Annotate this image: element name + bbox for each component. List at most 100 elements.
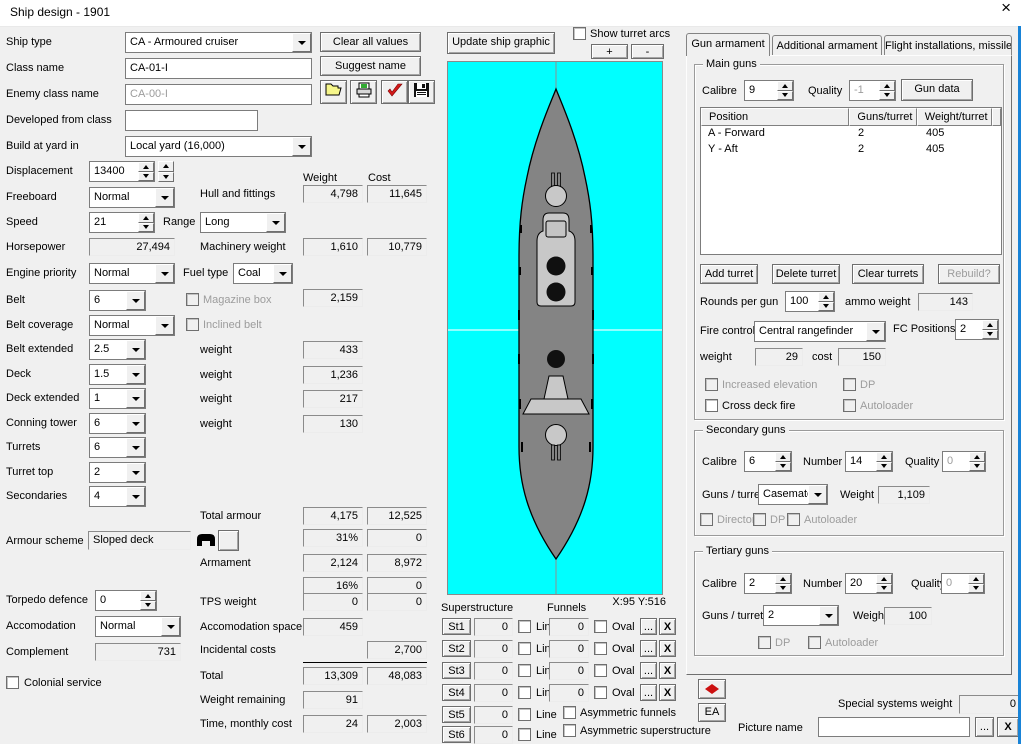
picture-clear-button[interactable]: X (997, 717, 1019, 737)
add-turret-button[interactable]: Add turret (700, 264, 758, 284)
chevron-down-icon[interactable] (126, 389, 145, 408)
update-ship-graphic-button[interactable]: Update ship graphic (447, 32, 555, 54)
funnel-3-delete-button[interactable]: X (659, 662, 676, 679)
ship-type-dropdown[interactable]: CA - Armoured cruiser (125, 32, 312, 53)
ea-button[interactable]: EA (698, 703, 726, 722)
chevron-down-icon[interactable] (155, 264, 174, 283)
superstructure-st2-line-checkbox[interactable] (518, 642, 531, 655)
funnel-1-delete-button[interactable]: X (659, 618, 676, 635)
ship-graphic-canvas[interactable] (447, 61, 663, 595)
displacement-spinner[interactable]: 13400 (89, 161, 155, 182)
main-quality-spinner[interactable]: -1 (849, 80, 896, 101)
class-name-input[interactable]: CA-01-I (125, 58, 312, 79)
chevron-down-icon[interactable] (292, 137, 311, 156)
spinner-arrows-icon[interactable] (140, 591, 156, 610)
turret-top-dropdown[interactable]: 2 (89, 462, 146, 483)
chevron-down-icon[interactable] (126, 340, 145, 359)
spinner-arrows-icon[interactable] (775, 452, 791, 471)
belt-dropdown[interactable]: 6 (89, 290, 146, 311)
accomodation-dropdown[interactable]: Normal (95, 616, 181, 637)
picture-browse-button[interactable]: ... (975, 717, 994, 737)
swap-view-button[interactable] (698, 679, 726, 699)
table-row[interactable]: Y - Aft 2 405 (701, 142, 1001, 158)
funnel-3-browse-button[interactable]: ... (640, 662, 657, 679)
funnel-2-browse-button[interactable]: ... (640, 640, 657, 657)
superstructure-st5-button[interactable]: St5 (442, 706, 471, 723)
print-button[interactable] (350, 80, 377, 104)
main-calibre-spinner[interactable]: 9 (744, 80, 794, 101)
colonial-service-checkbox[interactable] (6, 676, 19, 689)
superstructure-st1-line-checkbox[interactable] (518, 620, 531, 633)
spinner-arrows-icon[interactable] (775, 574, 791, 593)
fc-positions-spinner[interactable]: 2 (955, 319, 999, 340)
show-turret-arcs-checkbox[interactable] (573, 27, 586, 40)
close-icon[interactable]: × (1001, 0, 1011, 16)
spinner-arrows-icon[interactable] (968, 574, 984, 593)
belt-extended-dropdown[interactable]: 2.5 (89, 339, 146, 360)
zoom-out-button[interactable]: - (631, 44, 664, 59)
freeboard-dropdown[interactable]: Normal (89, 187, 175, 208)
spinner-arrows-icon[interactable] (982, 320, 998, 339)
superstructure-st4-button[interactable]: St4 (442, 684, 471, 701)
spinner-arrows-icon[interactable] (818, 292, 834, 311)
superstructure-st2-button[interactable]: St2 (442, 640, 471, 657)
chevron-down-icon[interactable] (126, 438, 145, 457)
funnel-2-delete-button[interactable]: X (659, 640, 676, 657)
secondary-calibre-spinner[interactable]: 6 (744, 451, 792, 472)
tab-flight-installations[interactable]: Flight installations, missiles (884, 35, 1012, 55)
deck-dropdown[interactable]: 1.5 (89, 364, 146, 385)
displacement-fine-spinner[interactable] (158, 161, 174, 182)
funnel-4-oval-checkbox[interactable] (594, 686, 607, 699)
asymmetric-funnels-checkbox[interactable] (563, 706, 576, 719)
funnel-4-delete-button[interactable]: X (659, 684, 676, 701)
chevron-down-icon[interactable] (126, 291, 145, 310)
tertiary-quality-spinner[interactable]: 0 (941, 573, 985, 594)
save-button[interactable] (408, 80, 435, 104)
tertiary-guns-per-turret-dropdown[interactable]: 2 (763, 605, 839, 626)
chevron-down-icon[interactable] (126, 487, 145, 506)
range-dropdown[interactable]: Long (200, 212, 286, 233)
superstructure-st6-button[interactable]: St6 (442, 726, 471, 743)
suggest-name-button[interactable]: Suggest name (320, 56, 421, 76)
superstructure-st4-line-checkbox[interactable] (518, 686, 531, 699)
table-row[interactable]: A - Forward 2 405 (701, 126, 1001, 142)
spinner-arrows-icon[interactable] (876, 452, 892, 471)
conning-tower-dropdown[interactable]: 6 (89, 413, 146, 434)
chevron-down-icon[interactable] (266, 213, 285, 232)
chevron-down-icon[interactable] (155, 188, 174, 207)
chevron-down-icon[interactable] (126, 414, 145, 433)
chevron-down-icon[interactable] (292, 33, 311, 52)
chevron-down-icon[interactable] (155, 316, 174, 335)
developed-from-input[interactable] (125, 110, 258, 131)
tertiary-number-spinner[interactable]: 20 (845, 573, 893, 594)
chevron-down-icon[interactable] (808, 485, 827, 504)
chevron-down-icon[interactable] (866, 322, 885, 341)
verify-design-button[interactable] (381, 80, 408, 104)
funnel-4-browse-button[interactable]: ... (640, 684, 657, 701)
asymmetric-superstructure-checkbox[interactable] (563, 724, 576, 737)
spinner-arrows-icon[interactable] (876, 574, 892, 593)
tab-additional-armament[interactable]: Additional armament (772, 35, 882, 55)
chevron-down-icon[interactable] (126, 365, 145, 384)
turrets-dropdown[interactable]: 6 (89, 437, 146, 458)
zoom-in-button[interactable]: + (591, 44, 628, 59)
superstructure-st6-line-checkbox[interactable] (518, 728, 531, 741)
funnel-2-oval-checkbox[interactable] (594, 642, 607, 655)
tertiary-calibre-spinner[interactable]: 2 (744, 573, 792, 594)
spinner-arrows-icon[interactable] (138, 162, 154, 181)
spinner-arrows-icon[interactable] (879, 81, 895, 100)
rounds-per-gun-spinner[interactable]: 100 (785, 291, 835, 312)
column-header-position[interactable]: Position (701, 108, 850, 126)
clear-turrets-button[interactable]: Clear turrets (852, 264, 924, 284)
chevron-down-icon[interactable] (126, 463, 145, 482)
funnel-1-oval-checkbox[interactable] (594, 620, 607, 633)
speed-spinner[interactable]: 21 (89, 212, 155, 233)
column-header-weight-per-turret[interactable]: Weight/turret (916, 108, 993, 126)
chevron-down-icon[interactable] (161, 617, 180, 636)
spinner-arrows-icon[interactable] (777, 81, 793, 100)
tab-gun-armament[interactable]: Gun armament (686, 33, 770, 56)
open-file-button[interactable] (320, 80, 347, 104)
funnel-3-oval-checkbox[interactable] (594, 664, 607, 677)
spinner-arrows-icon[interactable] (138, 213, 154, 232)
picture-name-input[interactable] (818, 717, 970, 737)
